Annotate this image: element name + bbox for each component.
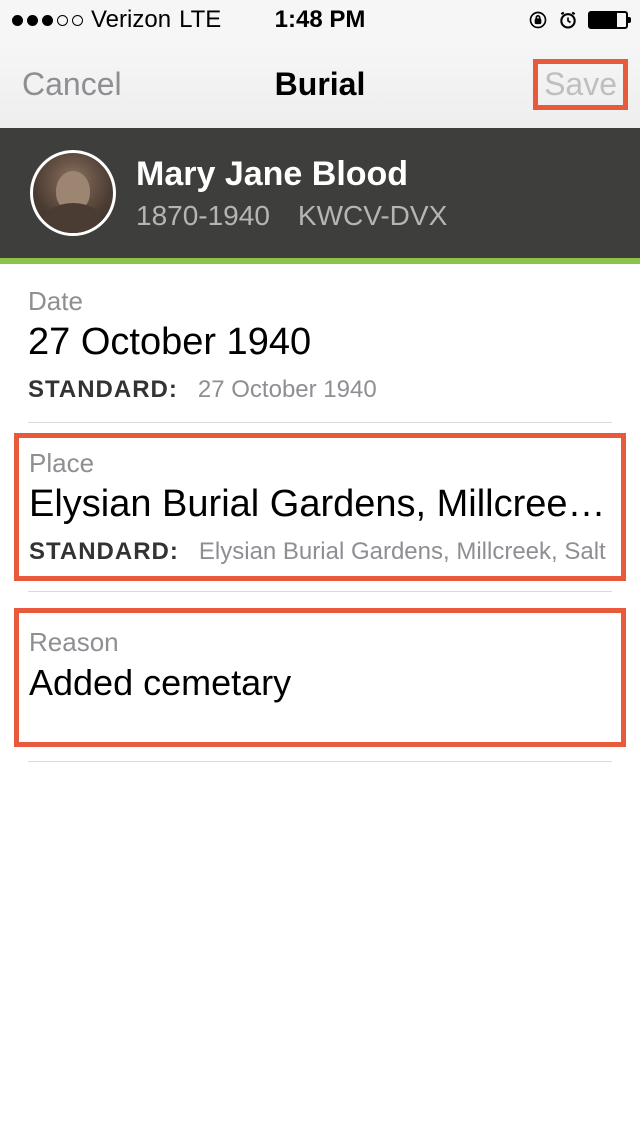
place-standard-label: STANDARD: (29, 538, 179, 565)
save-button-highlight: Save (533, 59, 628, 110)
person-info: Mary Jane Blood 1870-1940 KWCV-DVX (136, 155, 447, 232)
date-field[interactable]: Date 27 October 1940 STANDARD: 27 Octobe… (28, 264, 612, 423)
date-standard-value: 27 October 1940 (198, 376, 377, 403)
date-standard-label: STANDARD: (28, 376, 178, 403)
clock: 1:48 PM (275, 6, 366, 34)
place-highlight: Place Elysian Burial Gardens, Millcreek,… (14, 433, 626, 581)
page-title: Burial (275, 66, 366, 103)
rotation-lock-icon (528, 10, 548, 30)
avatar (30, 150, 116, 236)
place-label: Place (29, 448, 611, 479)
cancel-button[interactable]: Cancel (22, 66, 122, 103)
reason-highlight: Reason Added cemetary (14, 608, 626, 747)
form-fields: Date 27 October 1940 STANDARD: 27 Octobe… (0, 264, 640, 581)
status-bar: Verizon LTE 1:48 PM (0, 0, 640, 40)
place-standard: STANDARD: Elysian Burial Gardens, Millcr… (29, 538, 611, 566)
signal-strength-icon (12, 15, 83, 26)
network-label: LTE (179, 6, 221, 34)
reason-field[interactable]: Reason Added cemetary (29, 627, 611, 704)
person-lifespan: 1870-1940 (136, 200, 270, 232)
person-name: Mary Jane Blood (136, 155, 447, 194)
person-header: Mary Jane Blood 1870-1940 KWCV-DVX (0, 128, 640, 264)
date-standard: STANDARD: 27 October 1940 (28, 376, 612, 404)
person-id: KWCV-DVX (298, 200, 447, 232)
place-value: Elysian Burial Gardens, Millcreek, S... (29, 483, 611, 526)
form-fields-2: Reason Added cemetary (0, 608, 640, 747)
divider (28, 761, 612, 762)
carrier-label: Verizon (91, 6, 171, 34)
place-field[interactable]: Place Elysian Burial Gardens, Millcreek,… (29, 438, 611, 576)
reason-label: Reason (29, 627, 611, 658)
alarm-icon (558, 10, 578, 30)
date-label: Date (28, 286, 612, 317)
status-left: Verizon LTE (12, 6, 221, 34)
nav-bar: Cancel Burial Save (0, 40, 640, 128)
date-value: 27 October 1940 (28, 321, 612, 364)
battery-icon (588, 11, 628, 29)
save-button[interactable]: Save (544, 66, 617, 102)
divider (28, 591, 612, 592)
reason-value: Added cemetary (29, 662, 611, 704)
person-meta: 1870-1940 KWCV-DVX (136, 200, 447, 232)
place-standard-value: Elysian Burial Gardens, Millcreek, Salt … (199, 538, 611, 565)
status-right (528, 10, 628, 30)
